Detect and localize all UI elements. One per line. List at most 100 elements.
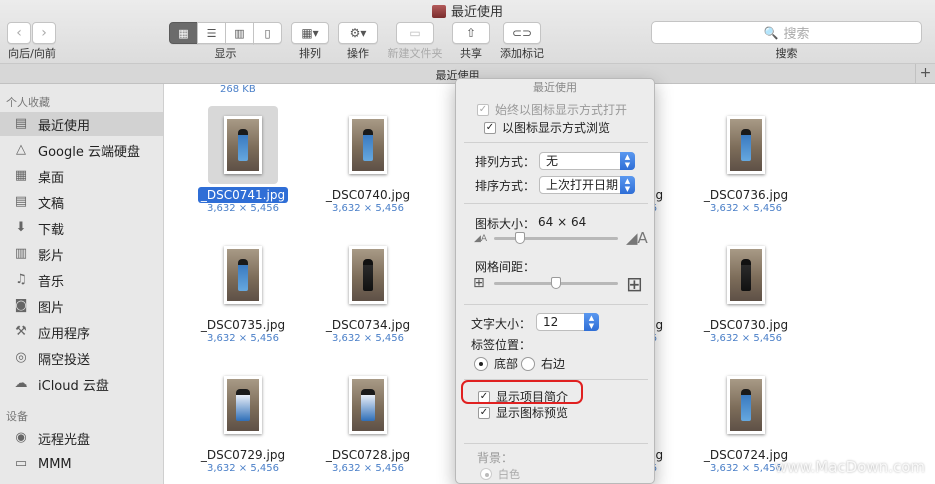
sidebar-item[interactable]: ▤ 文稿 [0, 190, 163, 214]
sidebar-item-label: 隔空投送 [38, 352, 91, 368]
file-name[interactable]: _DSC0730.jpg [673, 318, 819, 332]
file-thumbnail[interactable] [208, 366, 278, 444]
sidebar-item[interactable]: ◙ 图片 [0, 294, 163, 318]
view-options-panel: 最近使用 ✓ 始终以图标显示方式打开 ✓ 以图标显示方式浏览 排列方式： 无 ▲… [455, 78, 655, 484]
action-button[interactable]: ⚙▾ [338, 22, 378, 44]
photo-subject [236, 389, 250, 421]
text-size-select[interactable]: 12 ▲ ▼ [536, 313, 599, 331]
share-button[interactable]: ⇧ [452, 22, 490, 44]
sidebar-device-label: MMM [38, 456, 72, 472]
file-item[interactable]: _DSC0740.jpg 3,632 × 5,456 [295, 104, 415, 224]
file-item[interactable]: _DSC0741.jpg 3,632 × 5,456 [170, 104, 290, 224]
sidebar-device-label: 远程光盘 [38, 432, 91, 448]
top-file-size: 268 KB [220, 84, 256, 95]
grid-spacing-slider[interactable] [494, 277, 618, 289]
sidebar-item[interactable]: ⬇ 下载 [0, 216, 163, 240]
file-thumbnail[interactable] [711, 106, 781, 184]
arrange-button[interactable]: ▦▾ [291, 22, 329, 44]
sidebar-item[interactable]: ♫ 音乐 [0, 268, 163, 292]
sidebar-item-label: 最近使用 [38, 118, 91, 134]
file-thumbnail[interactable] [711, 236, 781, 314]
file-thumbnail[interactable] [208, 236, 278, 314]
view-icons-button[interactable]: ▦ [169, 22, 198, 44]
sidebar-item[interactable]: ◎ 隔空投送 [0, 346, 163, 370]
label-right-radio[interactable]: 右边 [521, 355, 565, 372]
file-name[interactable]: _DSC0728.jpg [295, 448, 441, 462]
browse-icon-view-label: 以图标显示方式浏览 [502, 121, 611, 135]
chevron-left-icon: ‹ [16, 25, 22, 41]
share-icon: ⇧ [465, 26, 477, 40]
grid-spacing-slider-knob[interactable] [551, 277, 561, 289]
file-dimensions: 3,632 × 5,456 [332, 203, 404, 214]
sidebar-item[interactable]: ▦ 桌面 [0, 164, 163, 188]
file-name-text: _DSC0736.jpg [703, 188, 789, 202]
sidebar-device[interactable]: ▭ MMM [0, 452, 163, 476]
divider [464, 304, 648, 305]
arrange-by-value: 无 [546, 154, 559, 168]
view-list-button[interactable]: ☰ [197, 22, 226, 44]
photo-frame [727, 116, 765, 174]
arrange-by-select[interactable]: 无 ▲ ▼ [539, 152, 635, 170]
file-dimensions: 3,632 × 5,456 [710, 333, 782, 344]
icon-size-slider-knob[interactable] [515, 232, 525, 244]
sort-by-select[interactable]: 上次打开日期 ▲ ▼ [539, 176, 635, 194]
documents-icon: ▤ [14, 194, 28, 209]
file-thumbnail[interactable] [333, 366, 403, 444]
icon-size-slider[interactable] [494, 232, 618, 244]
search-input[interactable]: 🔍 搜索 [651, 21, 922, 44]
search-label: 搜索 [775, 47, 798, 60]
file-thumbnail[interactable] [333, 236, 403, 314]
background-white-radio[interactable]: 白色 [480, 466, 520, 482]
photo-frame [349, 116, 387, 174]
sidebar-device[interactable]: ◉ 远程光盘 [0, 426, 163, 450]
photo-subject [741, 259, 751, 291]
file-item[interactable]: _DSC0728.jpg 3,632 × 5,456 [295, 364, 415, 484]
new-folder-button[interactable]: ▭ [396, 22, 434, 44]
file-item[interactable]: _DSC0730.jpg 3,632 × 5,456 [673, 234, 793, 354]
radio-dot [474, 356, 488, 371]
file-item[interactable]: _DSC0734.jpg 3,632 × 5,456 [295, 234, 415, 354]
favorites-header: 个人收藏 [6, 96, 50, 109]
file-thumbnail[interactable] [208, 106, 278, 184]
forward-button[interactable]: › [32, 22, 56, 44]
photo-image [352, 249, 384, 301]
file-thumbnail[interactable] [711, 366, 781, 444]
file-item[interactable]: _DSC0729.jpg 3,632 × 5,456 [170, 364, 290, 484]
show-icon-preview-checkbox[interactable]: ✓ 显示图标预览 [478, 404, 568, 421]
photo-subject [741, 129, 751, 161]
show-item-info-highlight [461, 380, 583, 404]
photo-frame [349, 376, 387, 434]
sidebar-item[interactable]: ☁ iCloud 云盘 [0, 372, 163, 396]
large-icon-icon: ◢A [626, 229, 648, 247]
file-name[interactable]: _DSC0734.jpg [295, 318, 441, 332]
file-thumbnail[interactable] [333, 106, 403, 184]
share-label: 共享 [460, 47, 482, 60]
toolbar: 最近使用 ‹ › 向后/向前 ▦ ☰ ▥ ▯ 显示 ▦▾ 排列 ⚙▾ 操作 ▭ … [0, 0, 935, 64]
sidebar-item[interactable]: ▥ 影片 [0, 242, 163, 266]
icloud-icon: ☁ [14, 376, 28, 391]
file-item[interactable]: _DSC0736.jpg 3,632 × 5,456 [673, 104, 793, 224]
file-name[interactable]: _DSC0740.jpg [295, 188, 441, 202]
photo-subject [238, 129, 248, 161]
photo-image [227, 379, 259, 431]
file-dimensions: 3,632 × 5,456 [332, 333, 404, 344]
back-button[interactable]: ‹ [7, 22, 31, 44]
add-tag-button[interactable]: ⊂⊃ [503, 22, 541, 44]
sidebar: 个人收藏 ▤ 最近使用 △ Google 云端硬盘 ▦ 桌面 ▤ 文稿 ⬇ 下载 ▥ 影片 ♫ 音乐 ◙ 图片… [0, 84, 164, 484]
file-name[interactable]: _DSC0736.jpg [673, 188, 819, 202]
sidebar-item[interactable]: ▤ 最近使用 [0, 112, 163, 136]
label-bottom-radio[interactable]: 底部 [474, 355, 518, 372]
file-item[interactable]: _DSC0735.jpg 3,632 × 5,456 [170, 234, 290, 354]
small-icon-icon: ◢A [474, 234, 488, 244]
new-folder-label: 新建文件夹 [387, 47, 443, 60]
photo-image [730, 249, 762, 301]
photo-frame [727, 376, 765, 434]
view-columns-button[interactable]: ▥ [225, 22, 254, 44]
sidebar-item[interactable]: ⚒ 应用程序 [0, 320, 163, 344]
view-gallery-button[interactable]: ▯ [253, 22, 282, 44]
always-open-icon-view-checkbox[interactable]: ✓ 始终以图标显示方式打开 [477, 101, 627, 118]
browse-icon-view-checkbox[interactable]: ✓ 以图标显示方式浏览 [484, 119, 610, 136]
new-tab-button[interactable]: + [915, 64, 935, 83]
select-arrows-icon: ▲ ▼ [620, 152, 635, 170]
sidebar-item[interactable]: △ Google 云端硬盘 [0, 138, 163, 162]
